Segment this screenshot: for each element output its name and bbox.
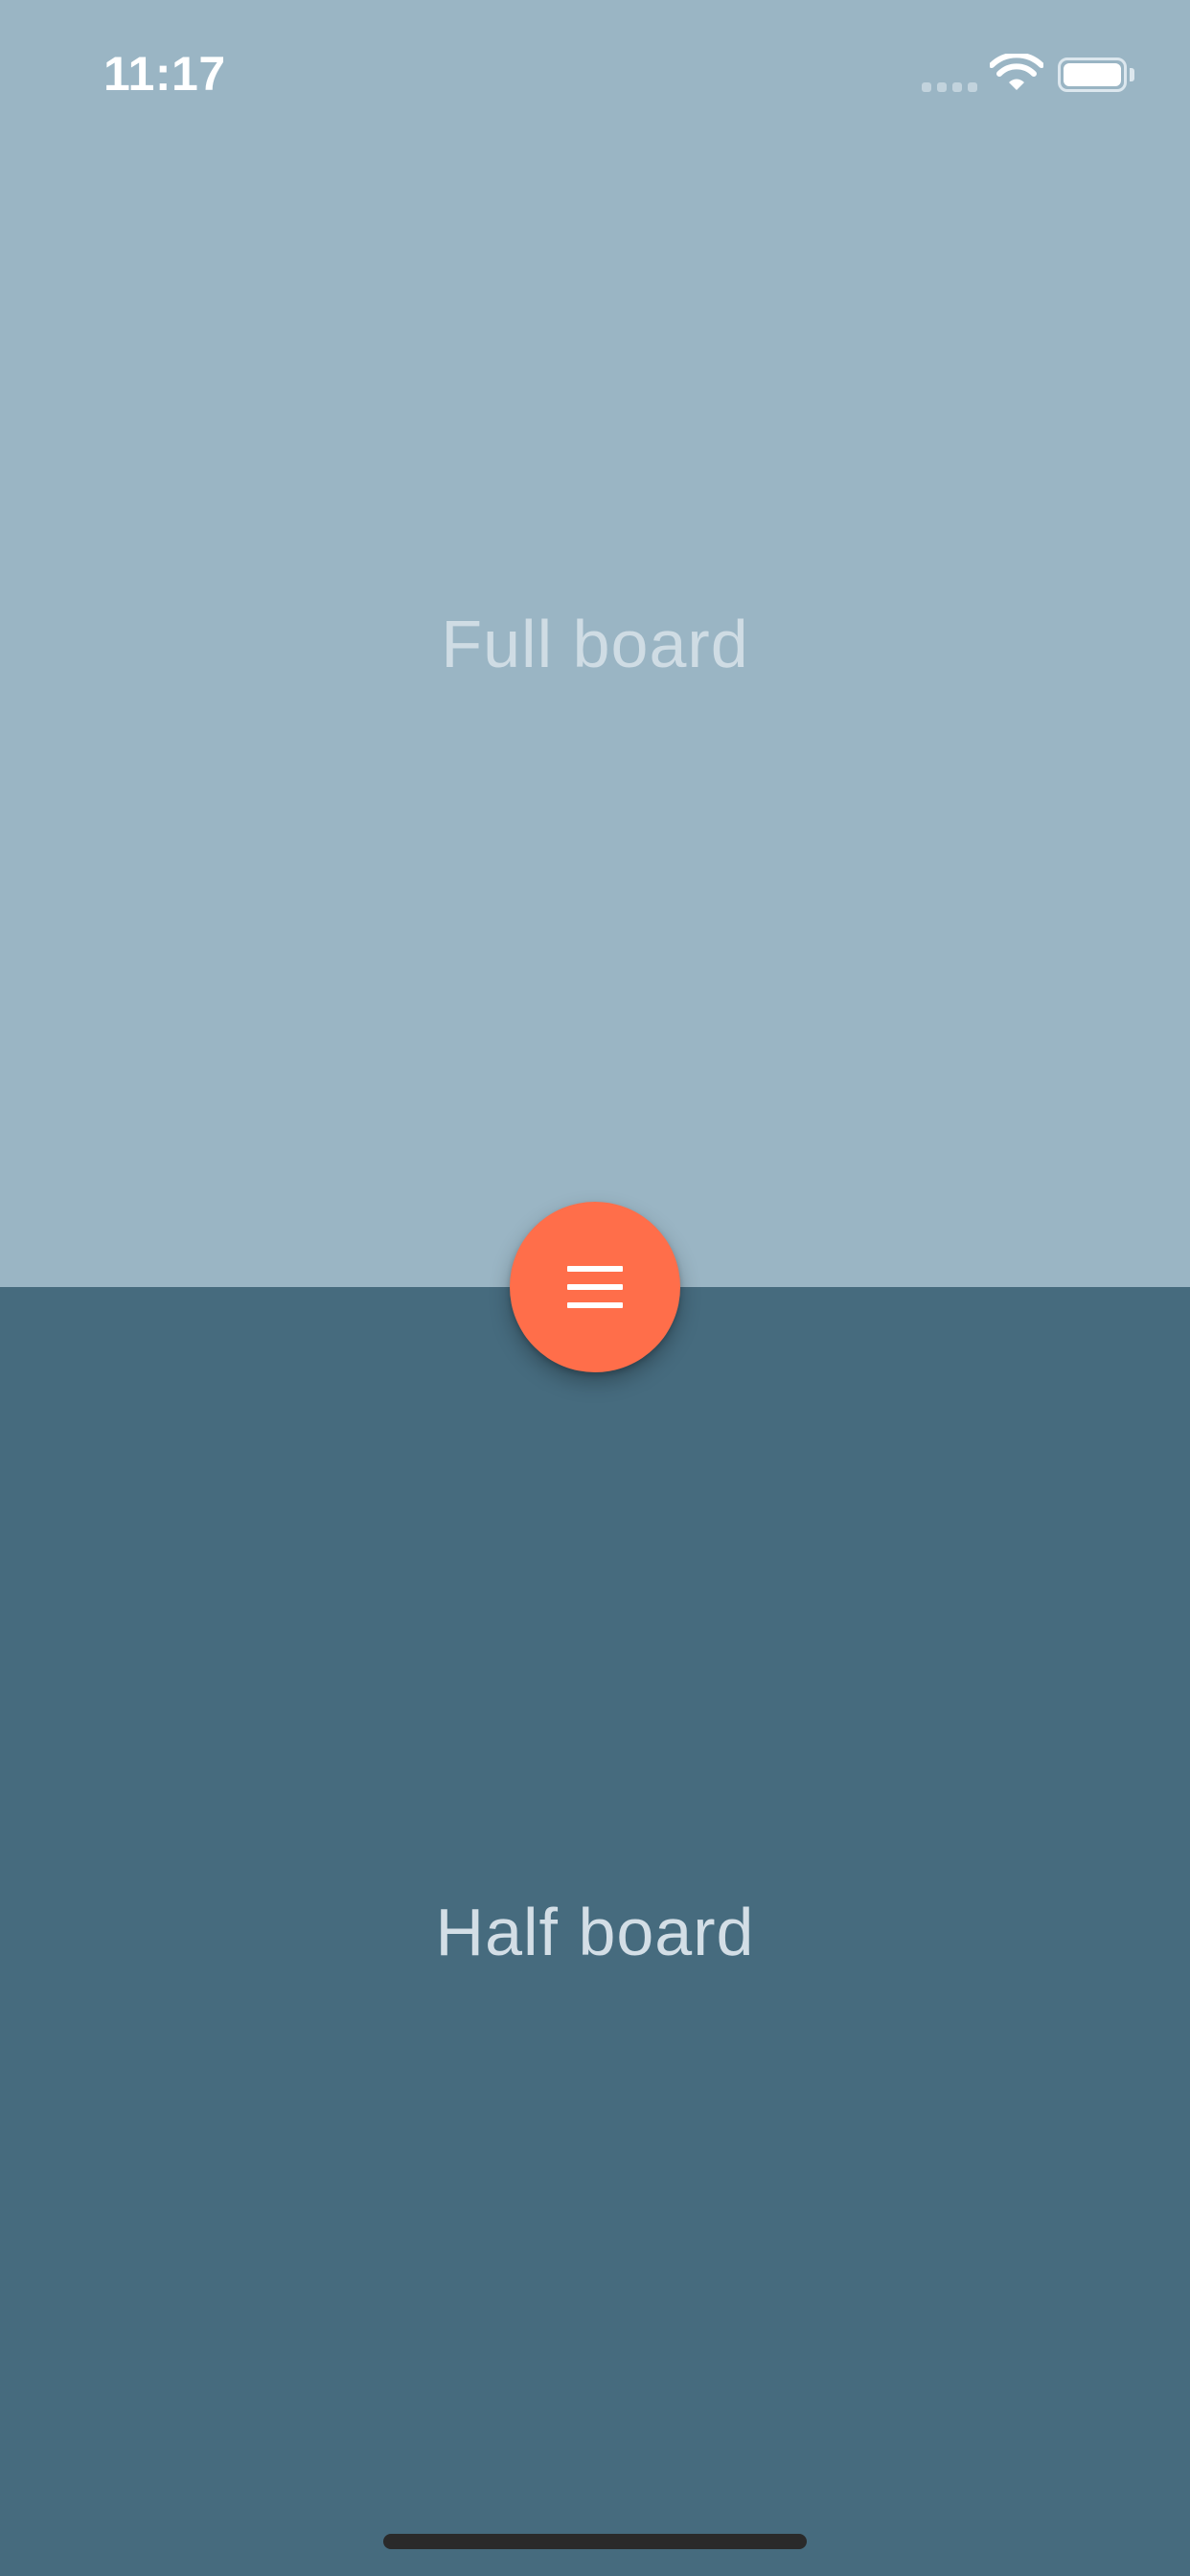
home-indicator[interactable]: [383, 2534, 807, 2549]
full-board-panel[interactable]: Full board: [0, 0, 1190, 1287]
full-board-label: Full board: [441, 606, 749, 681]
half-board-panel[interactable]: Half board: [0, 1287, 1190, 2576]
wifi-icon: [990, 54, 1043, 90]
screen: 11:17 Full board Half board: [0, 0, 1190, 2576]
status-bar: 11:17: [0, 0, 1190, 144]
half-board-label: Half board: [435, 1894, 755, 1969]
battery-cap: [1130, 68, 1134, 81]
cellular-signal-icon: [922, 82, 977, 92]
status-time: 11:17: [103, 47, 226, 101]
battery-fill: [1064, 63, 1121, 86]
menu-icon: [567, 1266, 623, 1308]
battery-icon: [1058, 58, 1127, 92]
menu-button[interactable]: [510, 1202, 680, 1372]
